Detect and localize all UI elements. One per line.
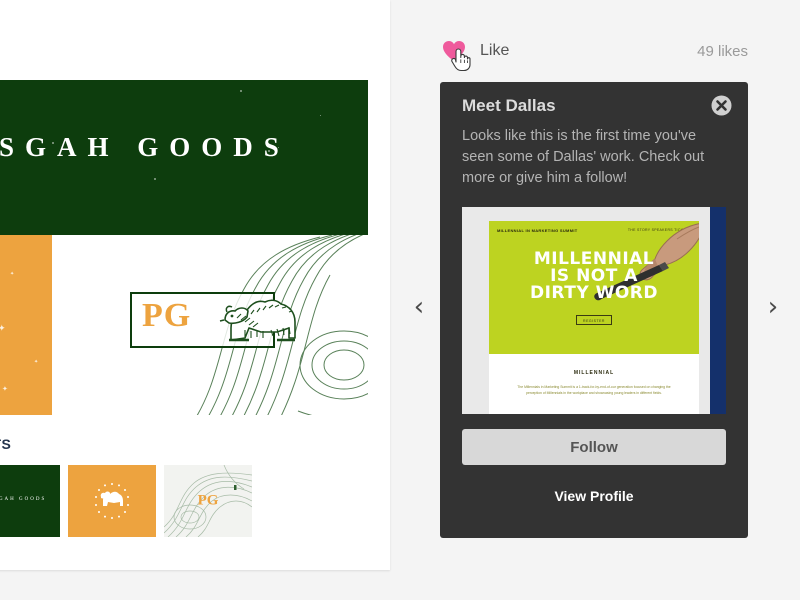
popover-shot-thumbnail[interactable]: MILLENNIAL IN MARKETING SUMMIT THE STORY… (462, 207, 726, 414)
thumbnail-cta-button: REGISTER (576, 315, 612, 325)
brand-wordmark: PISGAH GOODS (0, 132, 290, 162)
meet-dallas-popover: Meet Dallas Looks like this is the first… (440, 82, 748, 538)
like-button[interactable] (440, 38, 472, 72)
heart-icon (443, 41, 465, 61)
view-profile-link[interactable]: View Profile (440, 488, 748, 504)
mini-thumb-green-wordmark[interactable]: PISGAH GOODS (0, 465, 60, 537)
orange-swatch-block: ✦ ✦ ✦ ✦ (0, 235, 52, 415)
thumbnail-lower-section: MILLENNIAL The Millennials in Marketing … (489, 354, 699, 414)
popover-body-text: Looks like this is the first time you've… (462, 128, 705, 186)
thumbnail-paragraph: The Millennials in Marketing Summit is a… (517, 385, 671, 395)
brand-green-band: PISGAH GOODS (0, 80, 368, 235)
section-label: ENTS (0, 436, 12, 452)
carousel-next-arrow-icon[interactable]: › (760, 292, 786, 322)
mini-thumbnail-row: PISGAH GOODS (0, 465, 372, 537)
bear-illustration (219, 299, 296, 342)
follow-button[interactable]: Follow (462, 429, 726, 465)
thumbnail-nav-brand: MILLENNIAL IN MARKETING SUMMIT (497, 228, 578, 233)
mini-wordmark-text: PISGAH GOODS (0, 497, 47, 502)
thumbnail-kicker: MILLENNIAL (573, 370, 615, 376)
mini-thumb-orange-bear[interactable] (68, 465, 156, 537)
monogram-text: PG (142, 297, 192, 334)
thumbnail-headline: MILLENNIAL IS NOT A DIRTY WORD (489, 251, 699, 302)
brand-logo-area: ✦ ✦ ✦ ✦ PG (0, 235, 368, 415)
thumbnail-browser-frame: MILLENNIAL IN MARKETING SUMMIT THE STORY… (489, 221, 699, 414)
likes-count: 49 likes (697, 43, 748, 60)
close-icon[interactable] (711, 95, 732, 116)
next-slide-strip (710, 207, 726, 414)
like-label: Like (480, 42, 510, 59)
headline-line-3: DIRTY WORD (530, 283, 658, 303)
thumbnail-hero: MILLENNIAL IN MARKETING SUMMIT THE STORY… (489, 221, 699, 354)
popover-title: Meet Dallas (462, 96, 556, 115)
mini-thumb-topo-monogram[interactable]: PG (164, 465, 252, 537)
bear-badge-icon (95, 483, 129, 519)
screen: PISGAH GOODS ✦ ✦ ✦ ✦ (0, 0, 800, 600)
shot-preview-panel[interactable]: PISGAH GOODS ✦ ✦ ✦ ✦ (0, 0, 390, 570)
like-bar: Like 49 likes (440, 38, 748, 72)
mini-monogram-text: PG (197, 492, 219, 509)
carousel-prev-arrow-icon[interactable]: ‹ (406, 292, 432, 322)
